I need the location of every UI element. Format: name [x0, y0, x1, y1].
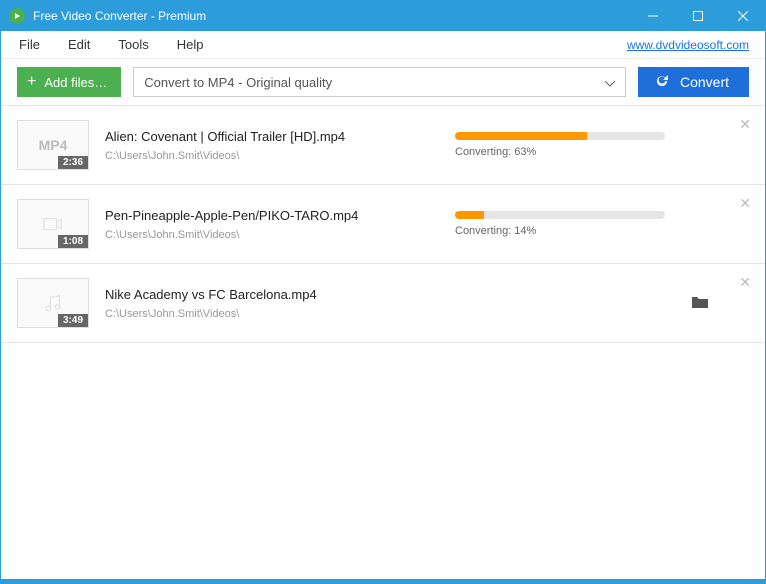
menu-tools[interactable]: Tools	[104, 37, 162, 52]
refresh-icon	[654, 73, 670, 92]
format-selected-label: Convert to MP4 - Original quality	[144, 75, 332, 90]
add-files-button[interactable]: + Add files…	[17, 67, 121, 97]
chevron-down-icon	[605, 75, 615, 90]
website-link[interactable]: www.dvdvideosoft.com	[627, 38, 757, 52]
file-name: Nike Academy vs FC Barcelona.mp4	[105, 287, 435, 302]
convert-button[interactable]: Convert	[638, 67, 749, 97]
file-info: Nike Academy vs FC Barcelona.mp4 C:\User…	[105, 287, 435, 320]
remove-item-button[interactable]: ✕	[739, 274, 751, 291]
progress-area: Converting: 63%	[455, 132, 709, 158]
status-text: Converting: 14%	[455, 225, 709, 237]
progress-area: Converting: 14%	[455, 211, 709, 237]
file-path: C:\Users\John.Smit\Videos\	[105, 150, 435, 162]
status-text: Converting: 63%	[455, 146, 709, 158]
thumbnail: MP4 2:36	[17, 120, 89, 170]
list-item[interactable]: 1:08 Pen-Pineapple-Apple-Pen/PIKO-TARO.m…	[1, 185, 765, 264]
menu-edit[interactable]: Edit	[54, 37, 104, 52]
app-icon	[9, 8, 25, 24]
file-info: Alien: Covenant | Official Trailer [HD].…	[105, 129, 435, 162]
progress-bar	[455, 132, 665, 140]
remove-item-button[interactable]: ✕	[739, 116, 751, 133]
titlebar: Free Video Converter - Premium	[1, 1, 765, 31]
list-item[interactable]: MP4 2:36 Alien: Covenant | Official Trai…	[1, 106, 765, 185]
duration-badge: 2:36	[58, 156, 88, 169]
add-files-label: Add files…	[44, 75, 107, 90]
minimize-button[interactable]	[630, 1, 675, 31]
file-info: Pen-Pineapple-Apple-Pen/PIKO-TARO.mp4 C:…	[105, 208, 435, 241]
plus-icon: +	[27, 74, 36, 90]
convert-label: Convert	[680, 74, 729, 90]
progress-bar	[455, 211, 665, 219]
window-controls	[630, 1, 765, 31]
file-path: C:\Users\John.Smit\Videos\	[105, 308, 435, 320]
toolbar: + Add files… Convert to MP4 - Original q…	[1, 59, 765, 105]
duration-badge: 3:49	[58, 314, 88, 327]
menubar: File Edit Tools Help www.dvdvideosoft.co…	[1, 31, 765, 59]
app-title: Free Video Converter - Premium	[33, 9, 630, 23]
format-select[interactable]: Convert to MP4 - Original quality	[133, 67, 626, 97]
footer-bar	[1, 579, 765, 583]
close-button[interactable]	[720, 1, 765, 31]
maximize-button[interactable]	[675, 1, 720, 31]
file-name: Alien: Covenant | Official Trailer [HD].…	[105, 129, 435, 144]
menu-help[interactable]: Help	[163, 37, 218, 52]
remove-item-button[interactable]: ✕	[739, 195, 751, 212]
file-name: Pen-Pineapple-Apple-Pen/PIKO-TARO.mp4	[105, 208, 435, 223]
file-list: MP4 2:36 Alien: Covenant | Official Trai…	[1, 105, 765, 579]
file-path: C:\Users\John.Smit\Videos\	[105, 229, 435, 241]
thumbnail: 1:08	[17, 199, 89, 249]
open-folder-button[interactable]	[691, 295, 709, 312]
menu-file[interactable]: File	[9, 37, 54, 52]
duration-badge: 1:08	[58, 235, 88, 248]
list-item[interactable]: 3:49 Nike Academy vs FC Barcelona.mp4 C:…	[1, 264, 765, 343]
thumbnail: 3:49	[17, 278, 89, 328]
